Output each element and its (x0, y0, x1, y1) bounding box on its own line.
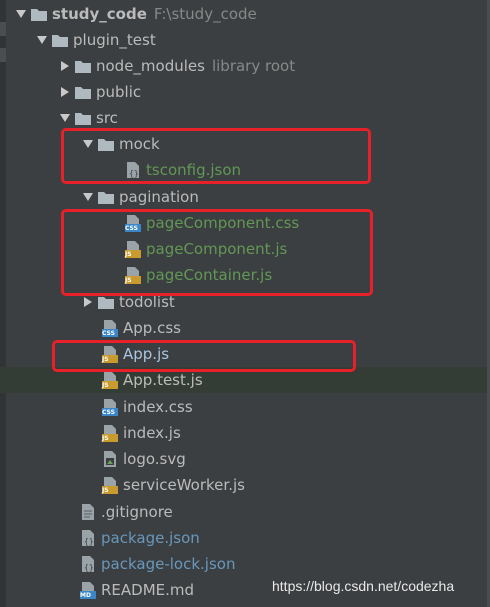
expand-arrow-icon[interactable] (79, 184, 97, 210)
folder-name: mock (119, 135, 160, 153)
js-file-icon: JS (124, 266, 142, 284)
file-name: index.css (123, 398, 193, 416)
folder-name: pagination (119, 188, 199, 206)
css-file-icon: CSS (101, 319, 119, 337)
folder-icon (74, 57, 92, 75)
tree-row-index-js[interactable]: JS index.js (0, 420, 487, 446)
file-name: package.json (101, 529, 200, 547)
folder-icon (30, 5, 48, 23)
css-file-icon: CSS (124, 214, 142, 232)
tree-row-study-code[interactable]: study_code F:\study_code (0, 1, 487, 27)
tree-row-plugin-test[interactable]: plugin_test (0, 27, 487, 53)
folder-name: todolist (119, 293, 175, 311)
markdown-file-icon: MD (79, 581, 97, 599)
tree-row-service-worker-js[interactable]: JS serviceWorker.js (0, 472, 487, 498)
json-file-icon: {} (124, 161, 142, 179)
file-name: .gitignore (101, 503, 173, 521)
folder-icon (97, 188, 115, 206)
folder-icon (97, 135, 115, 153)
expand-arrow-icon[interactable] (56, 105, 74, 131)
svg-file-icon (101, 450, 119, 468)
tree-row-pagination[interactable]: pagination (0, 184, 487, 210)
tree-row-src[interactable]: src (0, 105, 487, 131)
file-name: tsconfig.json (146, 161, 242, 179)
folder-icon (97, 293, 115, 311)
svg-text:{}: {} (129, 169, 139, 178)
file-name: pageComponent.css (146, 214, 300, 232)
file-name: serviceWorker.js (123, 476, 245, 494)
tree-row-gitignore[interactable]: .gitignore (0, 499, 487, 525)
tree-row-app-js[interactable]: JS App.js (0, 341, 487, 367)
tree-row-package-lock-json[interactable]: {} package-lock.json (0, 551, 487, 577)
folder-name: node_modules (96, 57, 205, 75)
file-name: App.test.js (123, 371, 203, 389)
file-name: App.css (123, 319, 181, 337)
tree-row-mock[interactable]: mock (0, 131, 487, 157)
tree-row-todolist[interactable]: todolist (0, 289, 487, 315)
collapse-arrow-icon[interactable] (79, 289, 97, 315)
file-name: pageContainer.js (146, 266, 273, 284)
svg-text:{}: {} (84, 563, 94, 572)
file-name: README.md (101, 581, 195, 599)
tree-row-page-component-css[interactable]: CSS pageComponent.css (0, 210, 487, 236)
expand-arrow-icon[interactable] (33, 27, 51, 53)
collapse-arrow-icon[interactable] (56, 79, 74, 105)
tree-row-index-css[interactable]: CSS index.css (0, 394, 487, 420)
file-name: logo.svg (123, 450, 186, 468)
js-file-icon: JS (101, 476, 119, 494)
tree-row-page-container-js[interactable]: JS pageContainer.js (0, 262, 487, 288)
js-file-icon: JS (101, 345, 119, 363)
expand-arrow-icon[interactable] (12, 1, 30, 27)
file-name: index.js (123, 424, 181, 442)
text-file-icon (79, 503, 97, 521)
folder-icon (51, 31, 69, 49)
folder-name: src (96, 109, 118, 127)
tree-row-package-json[interactable]: {} package.json (0, 525, 487, 551)
watermark-text: https://blog.csdn.net/codezha (272, 578, 455, 594)
js-file-icon: JS (124, 240, 142, 258)
js-file-icon: JS (101, 424, 119, 442)
tree-row-app-test-js[interactable]: JS App.test.js (0, 367, 487, 393)
tree-row-tsconfig-json[interactable]: {} tsconfig.json (0, 157, 487, 183)
expand-arrow-icon[interactable] (79, 131, 97, 157)
file-name: pageComponent.js (146, 240, 288, 258)
tree-row-public[interactable]: public (0, 79, 487, 105)
folder-name: plugin_test (73, 31, 156, 49)
file-name: App.js (123, 345, 170, 363)
tree-row-page-component-js[interactable]: JS pageComponent.js (0, 236, 487, 262)
file-name: package-lock.json (101, 555, 236, 573)
tree-row-app-css[interactable]: CSS App.css (0, 315, 487, 341)
root-folder-name: study_code (52, 5, 147, 23)
library-root-hint: library root (211, 57, 296, 75)
folder-name: public (96, 83, 142, 101)
svg-text:{}: {} (84, 537, 94, 546)
json-file-icon: {} (79, 529, 97, 547)
css-file-icon: CSS (101, 398, 119, 416)
tree-row-logo-svg[interactable]: logo.svg (0, 446, 487, 472)
folder-icon (74, 109, 92, 127)
tree-row-node-modules[interactable]: node_modules library root (0, 53, 487, 79)
root-folder-path: F:\study_code (153, 5, 257, 23)
folder-icon (74, 83, 92, 101)
js-file-icon: JS (101, 371, 119, 389)
collapse-arrow-icon[interactable] (56, 53, 74, 79)
json-file-icon: {} (79, 555, 97, 573)
